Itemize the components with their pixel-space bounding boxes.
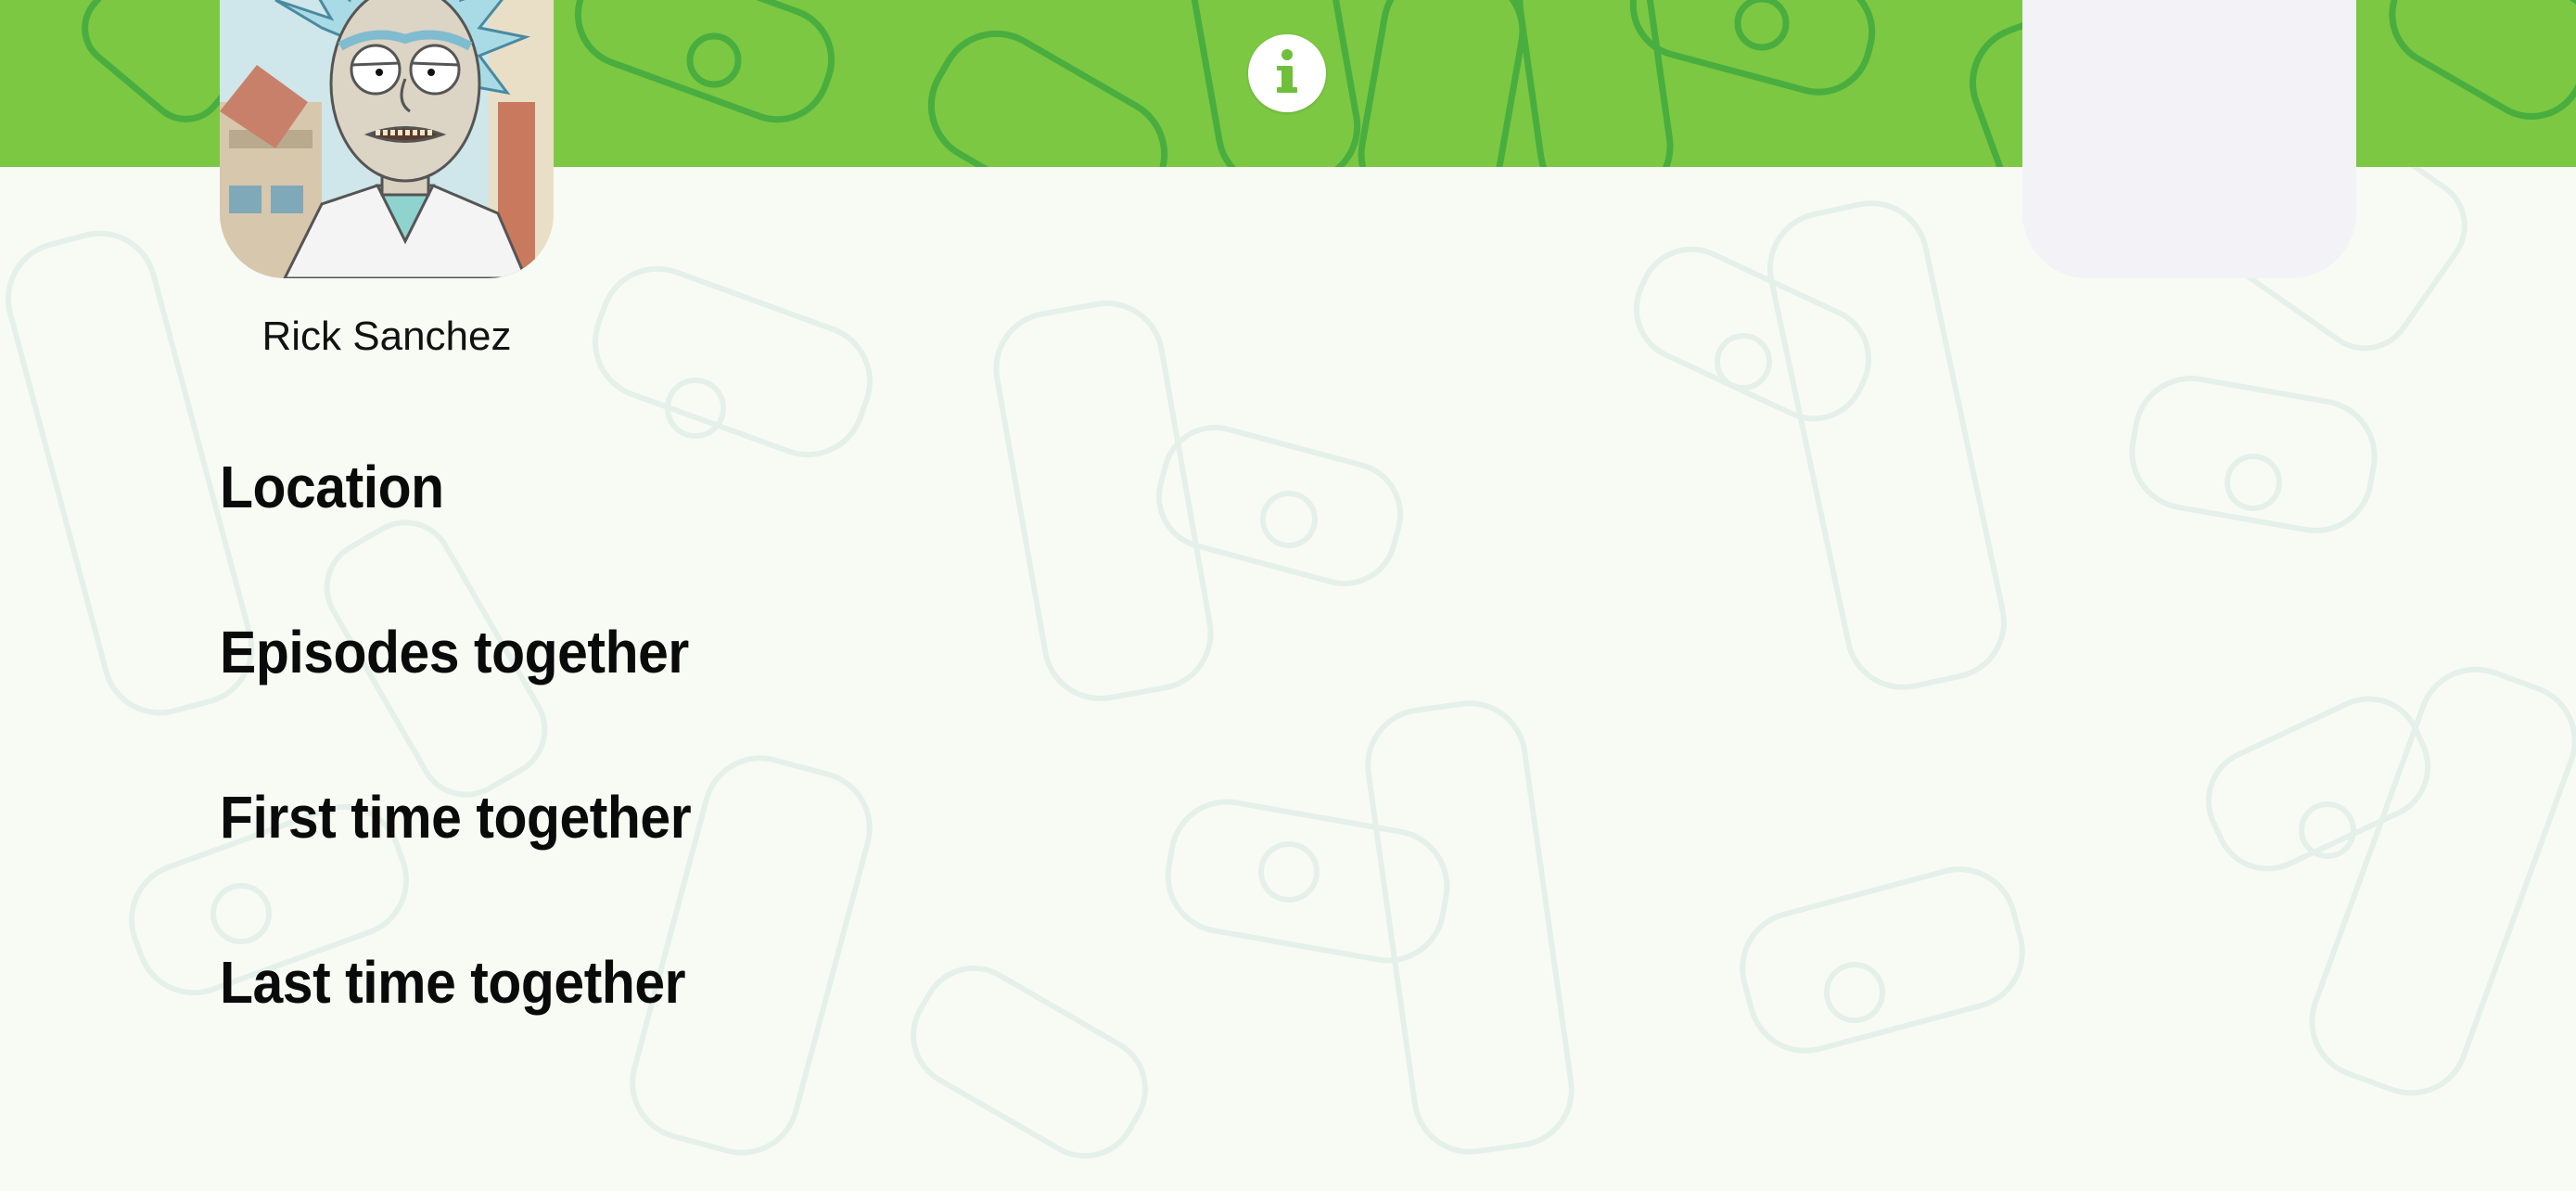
first-time-together-heading: First time together [220, 784, 692, 851]
info-icon [1277, 49, 1297, 93]
character-name: Rick Sanchez [261, 314, 512, 359]
location-image-placeholder [2022, 0, 2356, 278]
info-button[interactable] [1248, 34, 1326, 112]
rick-portrait-image [220, 0, 554, 278]
location-heading: Location [220, 454, 444, 520]
episodes-together-heading: Episodes together [220, 619, 689, 685]
character-avatar[interactable] [220, 0, 554, 278]
last-time-together-heading: Last time together [220, 949, 686, 1016]
